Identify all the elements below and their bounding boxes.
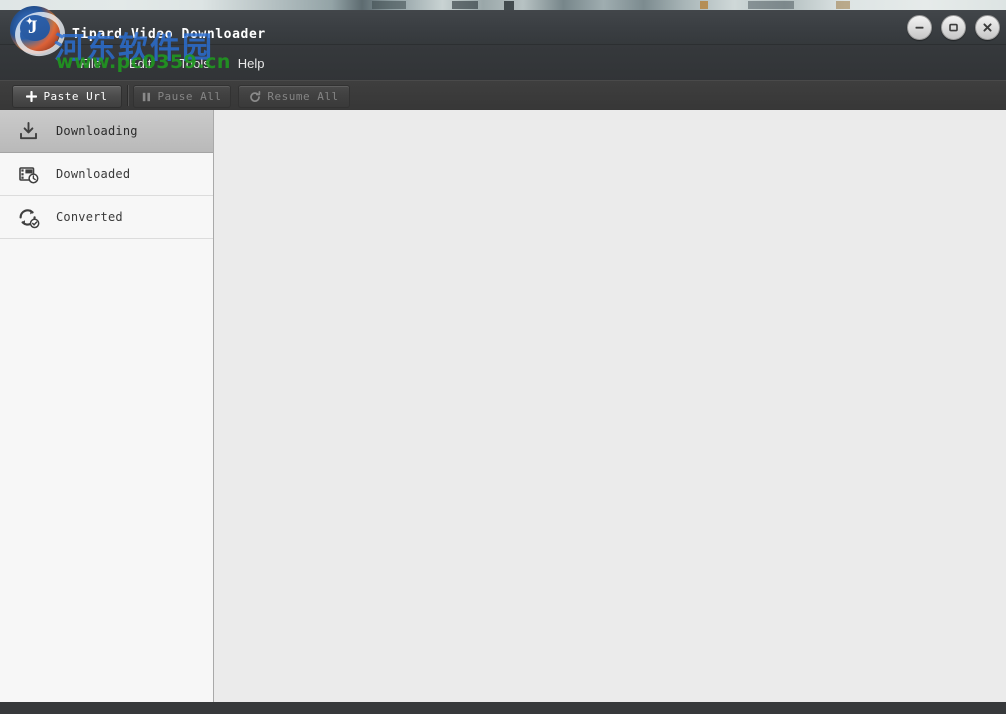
desktop-texture bbox=[372, 1, 406, 9]
title-bar: Tipard Video Downloader bbox=[0, 10, 1006, 44]
convert-check-icon bbox=[0, 206, 56, 229]
sidebar: Downloading Downloaded bbox=[0, 110, 214, 702]
pause-icon bbox=[142, 92, 151, 102]
paste-url-label: Paste Url bbox=[43, 90, 107, 103]
toolbar: Paste Url Pause All Resume All bbox=[0, 80, 1006, 112]
desktop-background-strip bbox=[0, 0, 1006, 10]
maximize-button[interactable] bbox=[941, 15, 966, 40]
paste-url-button[interactable]: Paste Url bbox=[12, 85, 122, 108]
download-tray-icon bbox=[0, 121, 56, 142]
desktop-texture bbox=[504, 1, 514, 10]
menu-item-file[interactable]: File bbox=[80, 53, 101, 74]
maximize-icon bbox=[947, 21, 960, 34]
sidebar-item-label: Downloading bbox=[56, 124, 138, 138]
menu-item-help[interactable]: Help bbox=[238, 53, 265, 74]
plus-icon bbox=[26, 91, 37, 102]
toolbar-separator bbox=[127, 85, 129, 106]
film-clock-icon bbox=[0, 164, 56, 185]
app-logo-icon: ✦ J bbox=[6, 2, 64, 58]
window-title: Tipard Video Downloader bbox=[72, 27, 266, 42]
desktop-texture bbox=[700, 1, 708, 9]
desktop-texture bbox=[836, 1, 850, 9]
desktop-texture bbox=[452, 1, 478, 9]
menu-item-tools[interactable]: Tools bbox=[179, 53, 209, 74]
sidebar-item-downloading[interactable]: Downloading bbox=[0, 110, 213, 153]
app-logo-glyph: J bbox=[28, 18, 38, 37]
window-controls bbox=[907, 15, 1000, 40]
download-list-panel[interactable] bbox=[214, 110, 1006, 702]
sidebar-item-downloaded[interactable]: Downloaded bbox=[0, 153, 213, 196]
minimize-button[interactable] bbox=[907, 15, 932, 40]
pause-all-label: Pause All bbox=[157, 90, 221, 103]
menu-bar: File Edit Tools Help bbox=[0, 44, 1006, 81]
desktop-texture bbox=[748, 1, 794, 9]
application-window: Tipard Video Downloader File Edit bbox=[0, 0, 1006, 714]
refresh-icon bbox=[249, 91, 261, 103]
sidebar-item-converted[interactable]: Converted bbox=[0, 196, 213, 239]
pause-all-button[interactable]: Pause All bbox=[133, 85, 231, 108]
resume-all-label: Resume All bbox=[267, 90, 338, 103]
content-area: Downloading Downloaded bbox=[0, 110, 1006, 702]
sidebar-item-label: Downloaded bbox=[56, 167, 130, 181]
close-button[interactable] bbox=[975, 15, 1000, 40]
menu-item-list: File Edit Tools Help bbox=[80, 45, 292, 81]
status-bar bbox=[0, 702, 1006, 714]
close-icon bbox=[981, 21, 994, 34]
sidebar-item-label: Converted bbox=[56, 210, 123, 224]
resume-all-button[interactable]: Resume All bbox=[238, 85, 350, 108]
minimize-icon bbox=[913, 21, 926, 34]
menu-item-edit[interactable]: Edit bbox=[129, 53, 151, 74]
